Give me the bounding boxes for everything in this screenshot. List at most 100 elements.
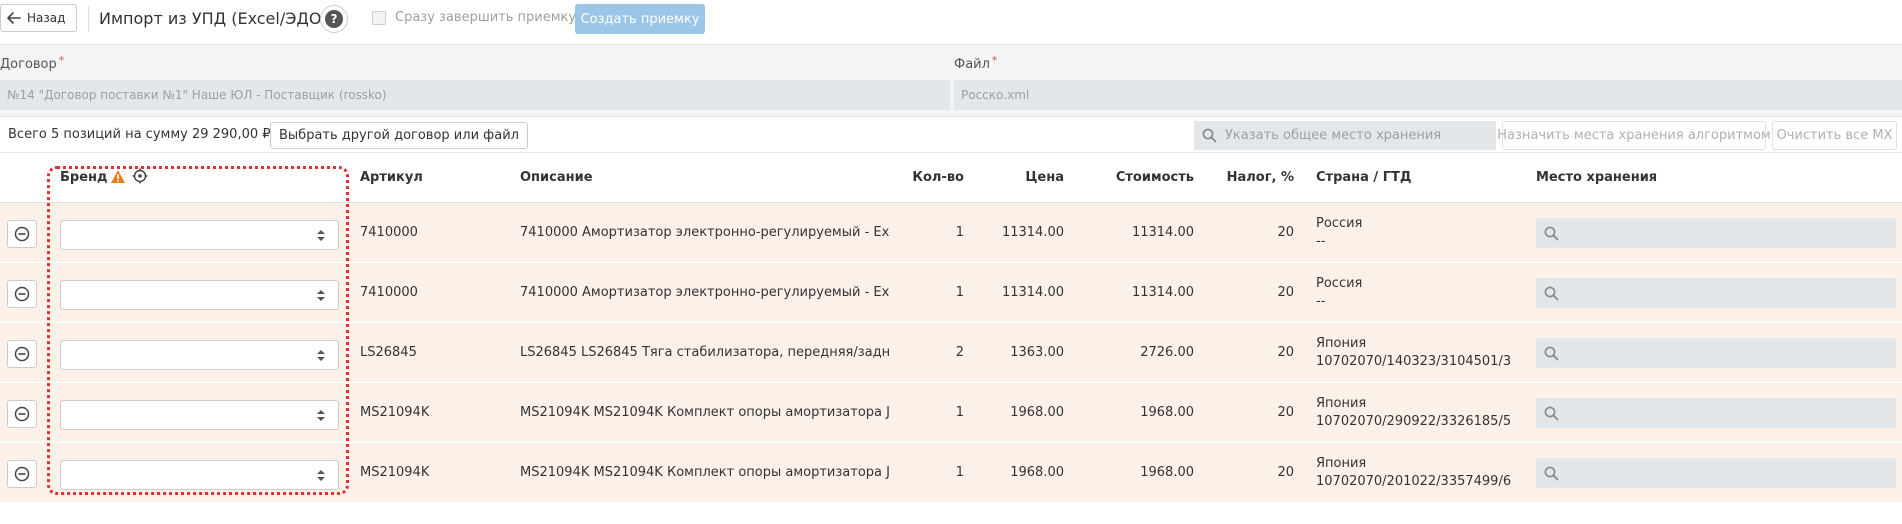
page-title: Импорт из УПД (Excel/ЭДО) [99, 9, 328, 28]
warning-icon[interactable] [110, 169, 126, 184]
cost-cell: 2726.00 [1140, 345, 1194, 360]
search-icon [1544, 406, 1559, 420]
table-row: 7410000 7410000 Амортизатор электронно-ре… [0, 203, 1902, 263]
brand-select[interactable] [60, 220, 339, 250]
remove-row-button[interactable] [7, 400, 37, 428]
brand-select[interactable] [60, 340, 339, 370]
gtd-number: -- [1316, 294, 1326, 309]
sort-arrows-icon [317, 410, 325, 421]
brand-header-icons [110, 168, 148, 184]
question-circle-icon: ? [325, 10, 343, 28]
col-description: Описание [520, 170, 593, 185]
col-qty: Кол-во [912, 170, 964, 185]
crosshair-icon[interactable] [132, 168, 148, 184]
file-field[interactable]: Росско.xml [954, 80, 1902, 110]
qty-cell: 1 [955, 225, 964, 240]
col-cost: Стоимость [1115, 170, 1194, 185]
common-storage-placeholder: Указать общее место хранения [1225, 128, 1442, 143]
country-cell: Япония 10702070/140323/3104501/3 [1316, 335, 1511, 371]
complete-checkbox-wrap[interactable]: Сразу завершить приемку [372, 10, 576, 25]
search-icon [1544, 346, 1559, 360]
minus-circle-icon [14, 286, 30, 302]
storage-location-input[interactable] [1536, 458, 1896, 488]
remove-row-button[interactable] [7, 220, 37, 248]
country-name: Япония [1316, 336, 1367, 351]
complete-checkbox-label: Сразу завершить приемку [395, 10, 577, 25]
cost-cell: 1968.00 [1140, 405, 1194, 420]
file-label: Файл [954, 57, 990, 72]
sort-arrows-icon [317, 290, 325, 301]
brand-select[interactable] [60, 400, 339, 430]
article-cell: LS26845 [360, 345, 417, 360]
table-row: MS21094K MS21094K MS21094K Комплект опоры… [0, 383, 1902, 443]
complete-checkbox[interactable] [372, 10, 386, 25]
country-cell: Россия -- [1316, 275, 1362, 311]
assign-storage-button[interactable]: Назначить места хранения алгоритмом [1497, 121, 1771, 150]
change-contract-button[interactable]: Выбрать другой договор или файл [270, 122, 528, 149]
sort-arrows-icon [317, 350, 325, 361]
description-cell: LS26845 LS26845 Тяга стабилизатора, пере… [520, 345, 890, 360]
storage-location-input[interactable] [1536, 218, 1896, 248]
country-name: Россия [1316, 216, 1363, 231]
qty-cell: 1 [955, 405, 964, 420]
article-cell: 7410000 [360, 285, 418, 300]
required-mark: * [58, 54, 65, 67]
table-row: MS21094K MS21094K MS21094K Комплект опоры… [0, 443, 1902, 503]
back-label: Назад [27, 11, 66, 25]
common-storage-input[interactable]: Указать общее место хранения [1194, 121, 1496, 150]
country-name: Россия [1316, 276, 1363, 291]
tax-cell: 20 [1277, 345, 1294, 360]
cost-cell: 11314.00 [1131, 225, 1194, 240]
brand-select[interactable] [60, 280, 339, 310]
search-icon [1202, 128, 1217, 143]
summary-text: Всего 5 позиций на сумму 29 290,00 ₽ [8, 127, 271, 142]
remove-row-button[interactable] [7, 460, 37, 488]
minus-circle-icon [14, 406, 30, 422]
country-cell: Япония 10702070/201022/3357499/6 [1316, 455, 1511, 491]
storage-location-input[interactable] [1536, 398, 1896, 428]
contract-label-wrap: Договор * [0, 54, 65, 72]
storage-location-input[interactable] [1536, 338, 1896, 368]
contract-field[interactable]: №14 "Договор поставки №1" Наше ЮЛ - Пост… [0, 80, 950, 110]
cost-cell: 11314.00 [1131, 285, 1194, 300]
storage-location-input[interactable] [1536, 278, 1896, 308]
help-button[interactable]: ? [320, 5, 348, 33]
sort-arrows-icon [317, 470, 325, 481]
gtd-number: -- [1316, 234, 1326, 249]
search-icon [1544, 226, 1559, 240]
tax-cell: 20 [1277, 285, 1294, 300]
col-brand: Бренд [60, 170, 108, 185]
description-cell: MS21094K MS21094K Комплект опоры амортиз… [520, 405, 890, 420]
back-button[interactable]: Назад [0, 4, 77, 32]
minus-circle-icon [14, 466, 30, 482]
price-cell: 1968.00 [1010, 405, 1064, 420]
gtd-number: 10702070/140323/3104501/3 [1316, 354, 1512, 369]
country-cell: Япония 10702070/290922/3326185/5 [1316, 395, 1511, 431]
col-country: Страна / ГТД [1316, 170, 1412, 185]
price-cell: 1968.00 [1010, 465, 1064, 480]
qty-cell: 1 [955, 465, 964, 480]
toolbar-divider [88, 6, 89, 32]
country-name: Япония [1316, 396, 1367, 411]
country-name: Япония [1316, 456, 1367, 471]
required-mark: * [991, 54, 998, 67]
article-cell: 7410000 [360, 225, 418, 240]
brand-select[interactable] [60, 460, 339, 490]
remove-row-button[interactable] [7, 340, 37, 368]
col-tax: Налог, % [1226, 170, 1294, 185]
clear-storage-button[interactable]: Очистить все МХ [1772, 121, 1897, 150]
description-cell: MS21094K MS21094K Комплект опоры амортиз… [520, 465, 890, 480]
col-price: Цена [1025, 170, 1064, 185]
table-row: 7410000 7410000 Амортизатор электронно-ре… [0, 263, 1902, 323]
article-cell: MS21094K [360, 405, 430, 420]
remove-row-button[interactable] [7, 280, 37, 308]
col-article: Артикул [360, 170, 423, 185]
qty-cell: 2 [955, 345, 964, 360]
create-receipt-button[interactable]: Создать приемку [575, 4, 705, 34]
table-header: Бренд Артикул Описание Кол-во Цена Стоим… [0, 153, 1902, 203]
tax-cell: 20 [1277, 225, 1294, 240]
minus-circle-icon [14, 346, 30, 362]
search-icon [1544, 466, 1559, 480]
gtd-number: 10702070/201022/3357499/6 [1316, 474, 1512, 489]
arrow-left-icon [7, 12, 21, 24]
